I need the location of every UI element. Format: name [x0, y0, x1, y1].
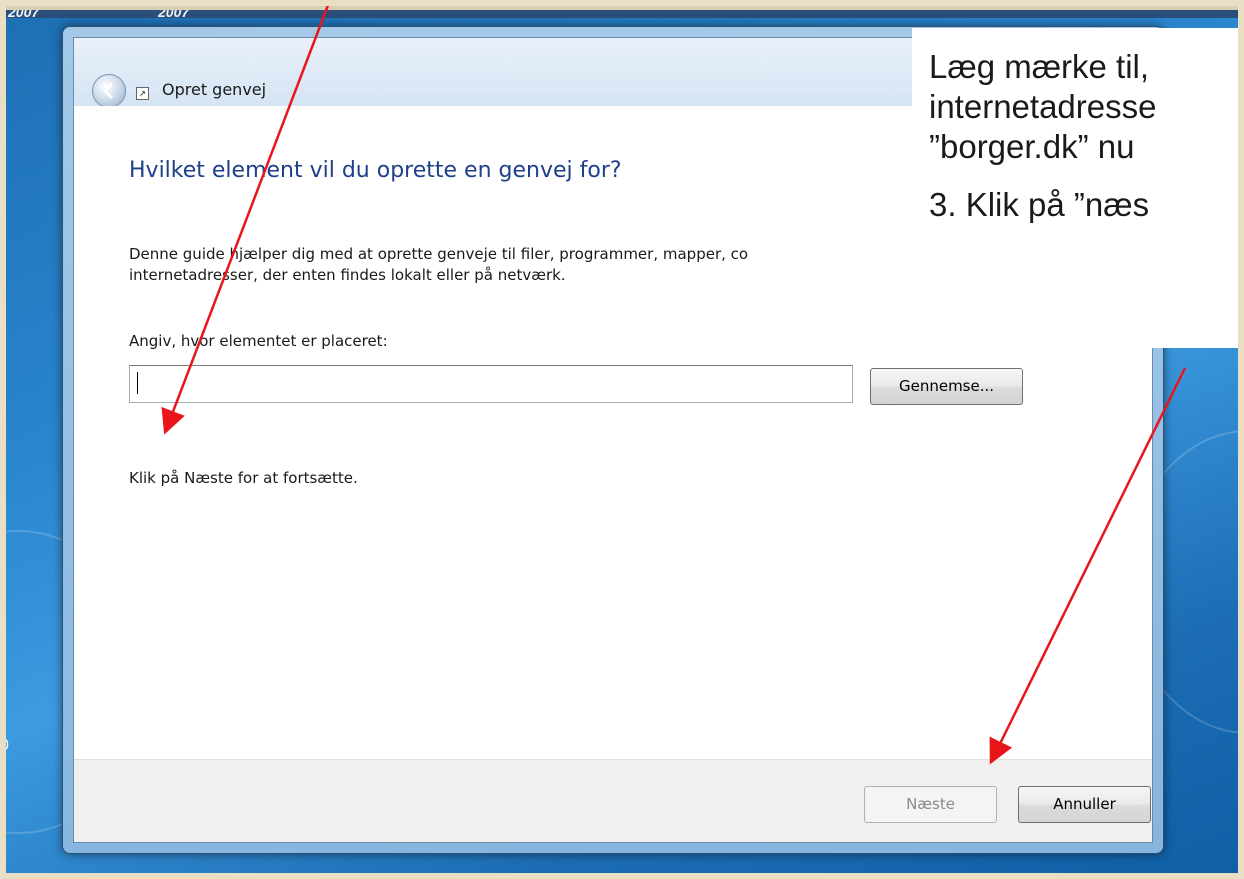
- shortcut-icon: ↗: [136, 87, 149, 100]
- cancel-button[interactable]: Annuller: [1018, 786, 1151, 823]
- text-caret: [137, 372, 138, 394]
- continue-hint: Klik på Næste for at fortsætte.: [129, 469, 358, 487]
- location-label: Angiv, hvor elementet er placeret:: [129, 332, 388, 350]
- annotation-line: ”borger.dk” nu: [929, 128, 1135, 165]
- desktop-left-label: 0: [0, 737, 9, 754]
- description-line: Denne guide hjælper dig med at oprette g…: [129, 245, 749, 263]
- wizard-heading: Hvilket element vil du oprette en genvej…: [129, 158, 622, 183]
- desktop-label: 2007: [158, 10, 190, 20]
- description-line: internetadresser, der enten findes lokal…: [129, 266, 566, 284]
- back-button[interactable]: [92, 74, 126, 108]
- wizard-description: Denne guide hjælper dig med at oprette g…: [129, 244, 889, 286]
- desktop-top-strip: [6, 10, 1238, 18]
- annotation-line: Læg mærke til,: [929, 48, 1150, 85]
- annotation-step: 3. Klik på ”næs: [929, 186, 1150, 223]
- location-input[interactable]: [129, 365, 853, 403]
- annotation-line: internetadresse: [929, 88, 1157, 125]
- next-button[interactable]: Næste: [864, 786, 997, 823]
- browse-button[interactable]: Gennemse...: [870, 368, 1023, 405]
- window-title: Opret genvej: [162, 80, 267, 99]
- annotation-text: Læg mærke til, internetadresse ”borger.dk”…: [929, 47, 1156, 167]
- back-arrow-icon: [103, 83, 113, 99]
- desktop-label: 2007: [8, 10, 40, 20]
- dialog-footer: Næste Annuller: [74, 759, 1152, 842]
